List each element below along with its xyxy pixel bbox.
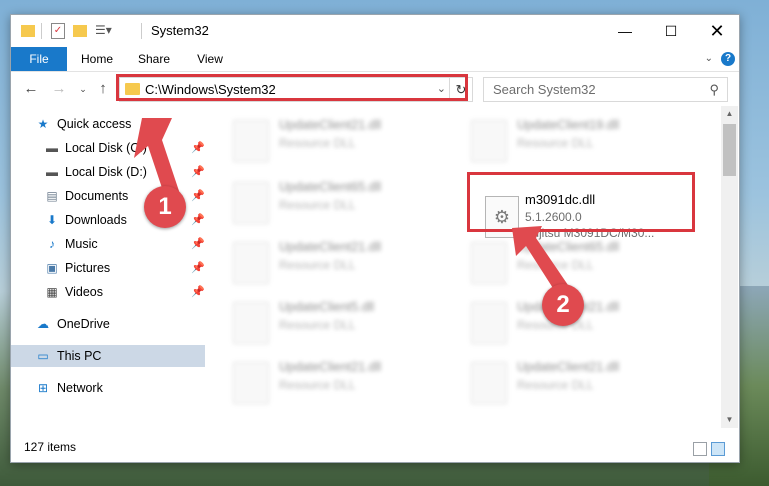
callout-badge-1: 1 (144, 186, 186, 228)
callout-badge-2: 2 (542, 284, 584, 326)
annotation-arrows (134, 118, 570, 296)
